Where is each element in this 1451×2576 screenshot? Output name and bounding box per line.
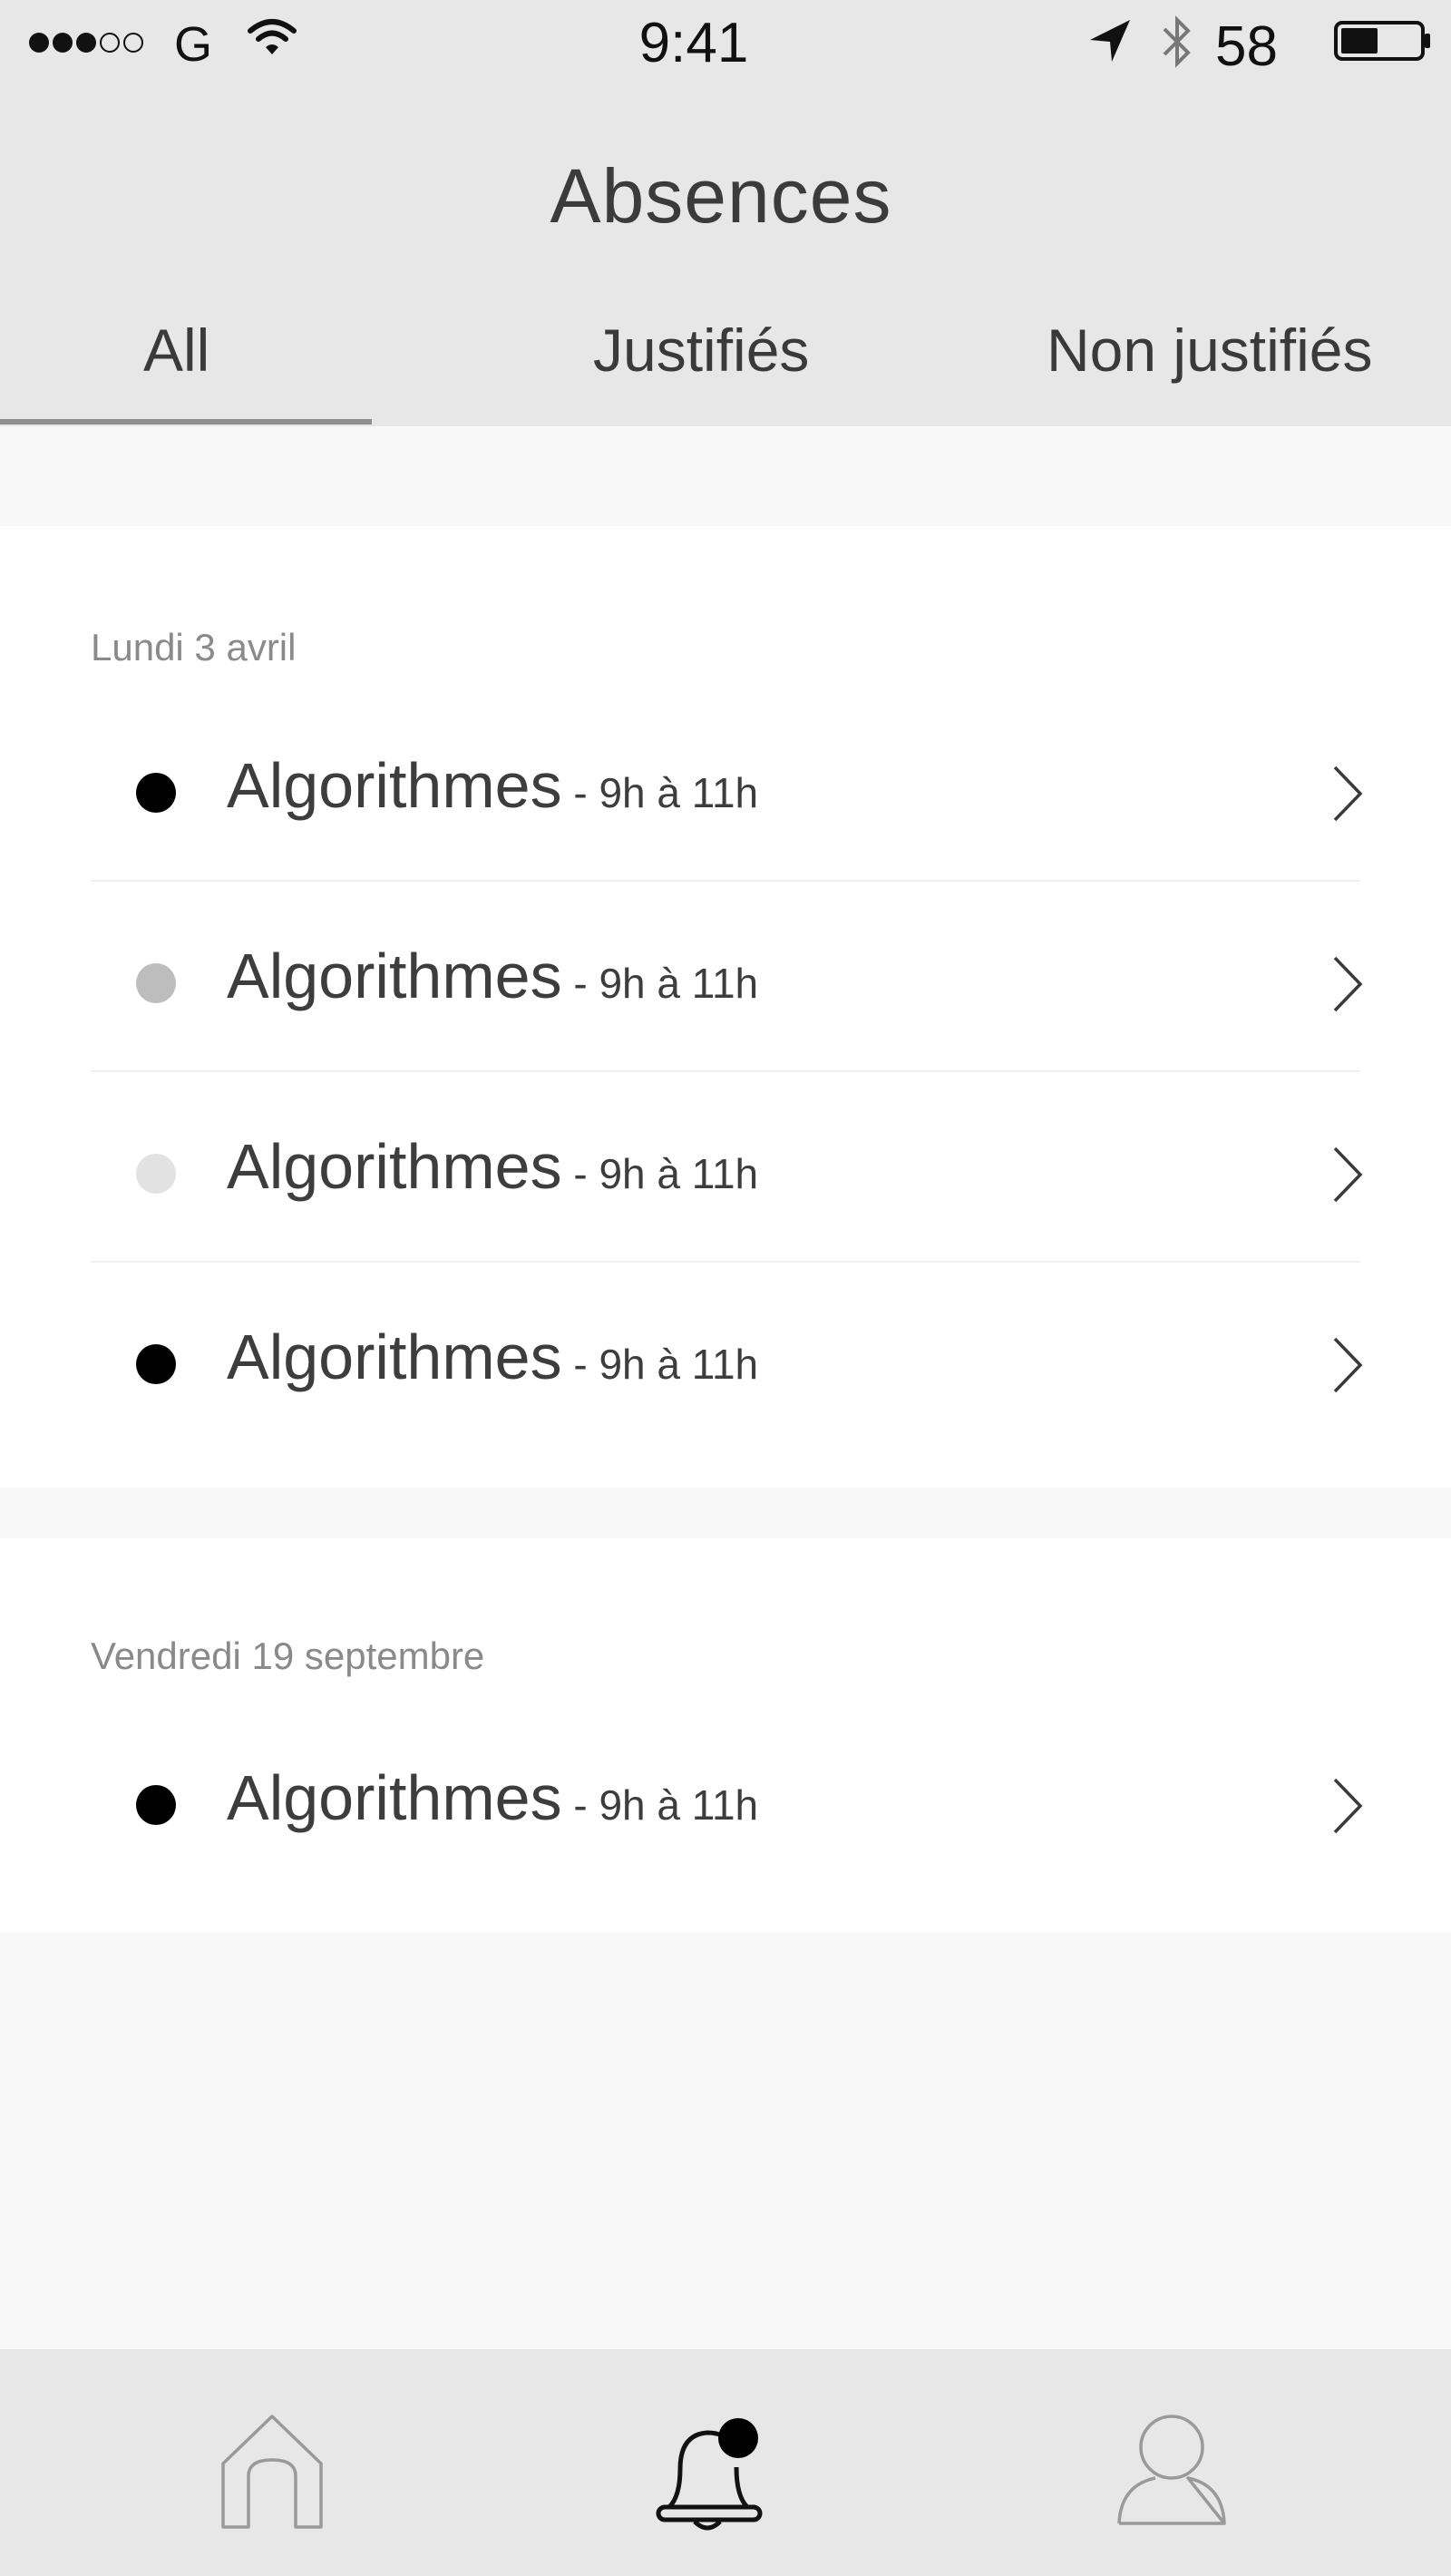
course-name: Algorithmes bbox=[227, 941, 562, 1011]
header-area: G 9:41 58 Absences All Justifiés Non jus… bbox=[0, 0, 1451, 426]
notification-badge bbox=[718, 2418, 758, 2458]
row-divider bbox=[91, 880, 1360, 882]
tab-all[interactable]: All bbox=[143, 316, 209, 385]
status-dot bbox=[136, 1154, 176, 1194]
active-tab-indicator bbox=[0, 419, 372, 424]
absence-section: Lundi 3 avril Algorithmes - 9h à 11h Alg… bbox=[0, 526, 1451, 1488]
course-name: Algorithmes bbox=[227, 1762, 562, 1833]
row-divider bbox=[91, 1261, 1360, 1263]
absence-row[interactable]: Algorithmes - 9h à 11h bbox=[0, 698, 1451, 889]
location-arrow-icon bbox=[1090, 20, 1130, 62]
battery-percent: 58 bbox=[1215, 15, 1278, 78]
bell-icon[interactable] bbox=[653, 2413, 767, 2534]
absence-section: Vendredi 19 septembre Algorithmes - 9h à… bbox=[0, 1538, 1451, 1932]
bluetooth-icon bbox=[1163, 15, 1191, 68]
section-date: Lundi 3 avril bbox=[91, 626, 297, 668]
status-dot bbox=[136, 1344, 176, 1384]
chevron-right-icon bbox=[1333, 1778, 1363, 1834]
profile-icon[interactable] bbox=[1115, 2413, 1228, 2527]
course-time: - 9h à 11h bbox=[561, 1341, 759, 1388]
course-name: Algorithmes bbox=[227, 750, 562, 821]
status-bar: G 9:41 58 bbox=[0, 0, 1451, 91]
page-title: Absences bbox=[550, 153, 892, 239]
row-divider bbox=[91, 1070, 1360, 1072]
chevron-right-icon bbox=[1333, 766, 1363, 822]
course-time: - 9h à 11h bbox=[561, 769, 759, 816]
course-time: - 9h à 11h bbox=[561, 960, 759, 1007]
course-label: Algorithmes - 9h à 11h bbox=[227, 749, 758, 822]
tab-non-justifies[interactable]: Non justifiés bbox=[1047, 316, 1373, 385]
absence-row[interactable]: Algorithmes - 9h à 11h bbox=[0, 889, 1451, 1079]
course-label: Algorithmes - 9h à 11h bbox=[227, 1761, 758, 1834]
status-dot bbox=[136, 773, 176, 813]
chevron-right-icon bbox=[1333, 1337, 1363, 1393]
section-date: Vendredi 19 septembre bbox=[91, 1634, 485, 1677]
course-time: - 9h à 11h bbox=[561, 1781, 759, 1829]
status-dot bbox=[136, 1785, 176, 1825]
absence-row[interactable]: Algorithmes - 9h à 11h bbox=[0, 1711, 1451, 1901]
chevron-right-icon bbox=[1333, 956, 1363, 1012]
tab-justifies[interactable]: Justifiés bbox=[593, 316, 809, 385]
absence-row[interactable]: Algorithmes - 9h à 11h bbox=[0, 1079, 1451, 1270]
course-time: - 9h à 11h bbox=[561, 1150, 759, 1197]
battery-icon bbox=[1334, 21, 1430, 61]
home-icon[interactable] bbox=[219, 2413, 325, 2531]
course-label: Algorithmes - 9h à 11h bbox=[227, 1130, 758, 1203]
course-label: Algorithmes - 9h à 11h bbox=[227, 1321, 758, 1393]
course-label: Algorithmes - 9h à 11h bbox=[227, 940, 758, 1012]
status-dot bbox=[136, 963, 176, 1003]
absence-row[interactable]: Algorithmes - 9h à 11h bbox=[0, 1270, 1451, 1460]
course-name: Algorithmes bbox=[227, 1131, 562, 1202]
bottom-tab-bar bbox=[0, 2349, 1451, 2576]
course-name: Algorithmes bbox=[227, 1322, 562, 1392]
chevron-right-icon bbox=[1333, 1147, 1363, 1203]
